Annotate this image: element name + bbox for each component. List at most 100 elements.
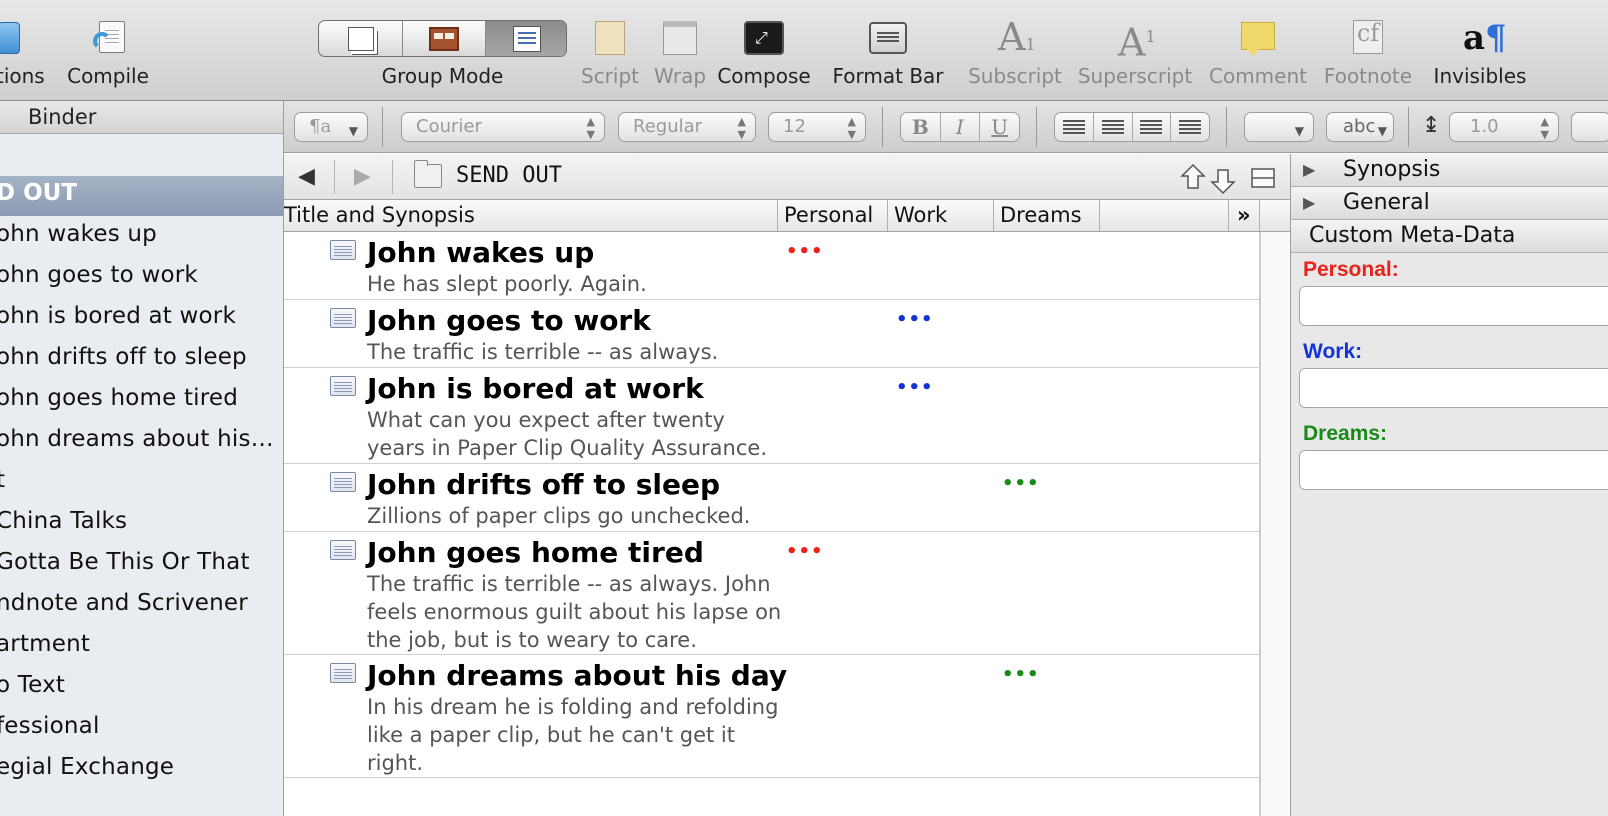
arrow-up-icon [1180, 163, 1206, 189]
dreams-label-dots: ••• [1002, 664, 1040, 685]
text-style-group: B I U [900, 112, 1020, 142]
toolbar-options[interactable]: tions [0, 18, 46, 88]
highlight-color-popup[interactable]: abc ▼ [1326, 112, 1394, 142]
forward-button[interactable]: ▶ [354, 164, 371, 189]
binder-item[interactable]: fessional [0, 713, 100, 739]
text-color-popup[interactable]: ▼ [1244, 112, 1314, 142]
custom-meta-data-header: Custom Meta-Data [1291, 220, 1608, 253]
stepper-arrows-icon: ▲ ▼ [847, 115, 856, 141]
toolbar-footnote-button[interactable]: cf Footnote [1324, 18, 1412, 88]
binder-item[interactable]: ohn goes to work [0, 262, 198, 288]
chevron-down-icon: ▼ [1294, 124, 1304, 138]
binder-item-selected[interactable]: D OUT [0, 176, 283, 216]
toolbar-label: Subscript [968, 64, 1062, 88]
toolbar-script-button[interactable]: Script [580, 18, 640, 88]
bold-button[interactable]: B [901, 113, 940, 141]
outliner-mode-button[interactable] [485, 21, 566, 56]
outliner-icon [513, 25, 541, 52]
binder-item[interactable]: China Talks [0, 508, 127, 534]
binder-item[interactable]: ohn goes home tired [0, 385, 238, 411]
outline-row[interactable]: John drifts off to sleep Zillions of pap… [284, 464, 1260, 532]
font-family-popup[interactable]: Courier ▲ ▼ [401, 112, 605, 142]
outline-scrollbar[interactable] [1260, 232, 1290, 816]
more-columns-button[interactable]: » [1228, 200, 1260, 231]
corkboard-mode-button[interactable] [402, 21, 485, 56]
outline-column-header: Title and Synopsis Personal Work Dreams … [284, 200, 1290, 232]
dreams-field[interactable] [1299, 450, 1608, 490]
general-section-header[interactable]: ▶ General [1291, 187, 1608, 220]
italic-button[interactable]: I [939, 113, 980, 141]
scrivenings-mode-button[interactable] [319, 21, 402, 56]
toolbar-format-bar-button[interactable]: Format Bar [832, 18, 944, 88]
row-title: John goes to work [367, 304, 651, 337]
section-label: General [1343, 190, 1430, 215]
document-icon [330, 376, 356, 396]
divider [1408, 107, 1409, 147]
document-icon [330, 663, 356, 683]
back-button[interactable]: ◀ [298, 164, 315, 189]
binder-item[interactable]: o Text [0, 672, 65, 698]
row-title: John dreams about his day [367, 659, 788, 692]
toolbar-subscript-button[interactable]: A1 Subscript [968, 15, 1062, 88]
align-justify-button[interactable] [1170, 113, 1209, 141]
line-spacing-popup[interactable]: 1.0 ▲ ▼ [1449, 112, 1559, 142]
column-personal[interactable]: Personal [778, 200, 888, 231]
subscript-glyph: A [998, 15, 1026, 59]
split-editor-button[interactable] [1250, 162, 1276, 192]
stepper-arrows-icon: ▲ ▼ [737, 115, 746, 141]
disclosure-triangle-icon[interactable]: ▶ [1303, 154, 1315, 186]
binder-item[interactable]: ohn dreams about his… [0, 426, 274, 452]
binder-item[interactable]: egial Exchange [0, 754, 174, 780]
stepper-arrows-icon: ▲ ▼ [1540, 115, 1549, 141]
toolbar-wrap-button[interactable]: Wrap [650, 18, 710, 88]
align-justify-icon [1179, 120, 1202, 134]
arrow-down-icon [1210, 169, 1236, 195]
binder-item[interactable]: artment [0, 631, 90, 657]
row-title: John wakes up [367, 236, 595, 269]
binder-item[interactable]: ohn wakes up [0, 221, 157, 247]
column-dreams[interactable]: Dreams [994, 200, 1100, 231]
synopsis-section-header[interactable]: ▶ Synopsis [1291, 154, 1608, 187]
inspector-panel: ▶ Synopsis ▶ General Custom Meta-Data Pe… [1290, 154, 1608, 816]
binder-item[interactable]: Gotta Be This Or That [0, 549, 250, 575]
font-style-popup[interactable]: Regular ▲ ▼ [618, 112, 756, 142]
toolbar-superscript-button[interactable]: A1 Superscript [1078, 18, 1192, 88]
column-title-synopsis[interactable]: Title and Synopsis [284, 200, 778, 231]
toolbar-invisibles-button[interactable]: a¶ Invisibles [1434, 18, 1527, 88]
editor-title[interactable]: SEND OUT [456, 163, 562, 188]
group-mode-segmented[interactable] [318, 20, 567, 57]
toolbar-comment-button[interactable]: Comment [1209, 18, 1307, 88]
document-icon [330, 240, 356, 260]
next-document-button[interactable] [1210, 166, 1236, 196]
align-left-button[interactable] [1055, 113, 1093, 141]
binder-header: Binder [0, 101, 283, 134]
editor-header: ◀ ▶ SEND OUT [284, 154, 1290, 200]
footnote-icon: cf [1351, 18, 1385, 56]
toolbar-label: Invisibles [1433, 64, 1527, 88]
outline-row[interactable]: John goes home tired The traffic is terr… [284, 532, 1260, 655]
font-size-popup[interactable]: 12 ▲ ▼ [768, 112, 866, 142]
personal-field[interactable] [1299, 286, 1608, 326]
disclosure-triangle-icon[interactable]: ▶ [1303, 187, 1315, 219]
binder-item[interactable]: ohn drifts off to sleep [0, 344, 247, 370]
row-title: John is bored at work [367, 372, 704, 405]
outline-row[interactable]: John goes to work The traffic is terribl… [284, 300, 1260, 368]
row-synopsis: Zillions of paper clips go unchecked. [367, 504, 751, 528]
more-format-popup[interactable] [1571, 112, 1608, 142]
binder-item[interactable]: ndnote and Scrivener [0, 590, 248, 616]
work-field[interactable] [1299, 368, 1608, 408]
align-right-button[interactable] [1131, 113, 1171, 141]
outline-row[interactable]: John wakes up He has slept poorly. Again… [284, 232, 1260, 300]
column-work[interactable]: Work [888, 200, 994, 231]
outline-row[interactable]: John dreams about his day In his dream h… [284, 655, 1260, 778]
binder-item[interactable]: ohn is bored at work [0, 303, 236, 329]
outline-row[interactable]: John is bored at work What can you expec… [284, 368, 1260, 464]
previous-document-button[interactable] [1180, 162, 1206, 192]
align-center-button[interactable] [1092, 113, 1132, 141]
paragraph-style-popup[interactable]: ¶a ▼ [294, 112, 368, 142]
row-synopsis: He has slept poorly. Again. [367, 272, 647, 296]
binder-item[interactable]: t [0, 467, 5, 493]
toolbar-compile-button[interactable]: Compile [67, 18, 149, 88]
toolbar-compose-button[interactable]: ⤢ Compose [717, 18, 811, 88]
underline-button[interactable]: U [979, 113, 1019, 141]
